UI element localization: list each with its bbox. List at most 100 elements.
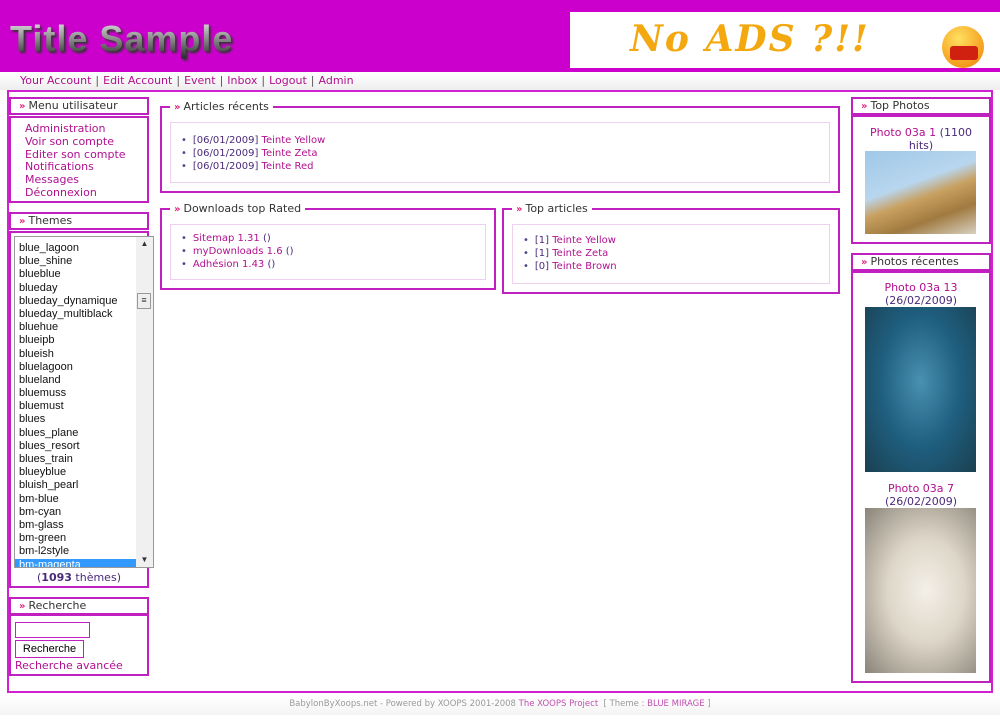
top-articles-block: »Top articles [1] Teinte Yellow [1] Tein…	[502, 202, 840, 294]
photo-link[interactable]: Photo 03a 13	[884, 281, 957, 294]
article-link[interactable]: Teinte Red	[262, 161, 314, 172]
list-item: [1] Teinte Zeta	[523, 248, 829, 261]
theme-link[interactable]: BLUE MIRAGE	[647, 699, 704, 709]
themes-count: (1093 thèmes)	[37, 571, 121, 584]
theme-option[interactable]: bluemust	[15, 400, 136, 413]
theme-option[interactable]: blues_train	[15, 453, 136, 466]
scroll-down-icon[interactable]: ▼	[136, 553, 153, 567]
theme-option[interactable]: blueipb	[15, 334, 136, 347]
theme-option[interactable]: blueish	[15, 348, 136, 361]
article-link[interactable]: Teinte Yellow	[552, 235, 616, 246]
photo-meta: (26/02/2009)	[885, 495, 957, 508]
block-content: [06/01/2009] Teinte Yellow [06/01/2009] …	[170, 122, 830, 183]
photo-caption: Photo 03a 1 (1100 hits)	[860, 126, 982, 152]
menu-deconnexion[interactable]: Déconnexion	[11, 186, 147, 200]
advanced-search-link[interactable]: Recherche avancée	[15, 659, 123, 672]
photo-caption: Photo 03a 7 (26/02/2009)	[860, 482, 982, 508]
recent-photos-title: » Photos récentes	[851, 253, 991, 271]
theme-option[interactable]: bm-l2style	[15, 545, 136, 558]
theme-option[interactable]: blue_shine	[15, 255, 136, 268]
theme-option[interactable]: blueday	[15, 282, 136, 295]
nav-event[interactable]: Event	[184, 74, 216, 87]
theme-option[interactable]: bluelagoon	[15, 361, 136, 374]
list-item: [06/01/2009] Teinte Red	[181, 161, 829, 174]
block-title: Top Photos	[870, 99, 930, 112]
nav-logout[interactable]: Logout	[269, 74, 307, 87]
theme-option[interactable]: blueday_dynamique	[15, 295, 136, 308]
theme-option[interactable]: bm-magenta	[15, 558, 136, 567]
theme-option[interactable]: blues	[15, 413, 136, 426]
theme-option[interactable]: bm-green	[15, 532, 136, 545]
rating: ()	[259, 233, 271, 244]
themes-title: » Themes	[9, 212, 149, 230]
article-date: [06/01/2009]	[192, 160, 259, 172]
theme-option[interactable]: blueblue	[15, 268, 136, 281]
count-value: 1093	[41, 571, 72, 584]
title-text: Articles récents	[183, 100, 269, 113]
dolphin-photo[interactable]	[865, 307, 976, 472]
title-text: Downloads top Rated	[183, 202, 302, 215]
ad-banner[interactable]: No ADS ?!!	[570, 12, 1000, 68]
article-link[interactable]: Teinte Zeta	[262, 148, 318, 159]
block-title: » Downloads top Rated	[170, 202, 306, 215]
polar-bear-photo[interactable]	[865, 508, 976, 673]
article-count: [0]	[534, 260, 550, 272]
user-menu-title: » Menu utilisateur	[9, 97, 149, 115]
theme-option[interactable]: bm-blue	[15, 493, 136, 506]
scrollbar[interactable]: ▲ ≡ ▼	[136, 237, 153, 567]
xoops-project-link[interactable]: The XOOPS Project	[519, 699, 598, 709]
nav-your-account[interactable]: Your Account	[20, 74, 91, 87]
site-logo[interactable]: Title Sample	[10, 18, 233, 60]
scroll-thumb[interactable]: ≡	[137, 293, 151, 309]
camel-photo[interactable]	[865, 151, 976, 234]
footer: BabylonByXoops.net - Powered by XOOPS 20…	[0, 695, 1000, 715]
photo-link[interactable]: Photo 03a 7	[888, 482, 954, 495]
theme-option[interactable]: blueland	[15, 374, 136, 387]
theme-option[interactable]: bluish_pearl	[15, 479, 136, 492]
list-item: [1] Teinte Yellow	[523, 235, 829, 248]
chevron-icon: »	[516, 204, 523, 215]
count-label: thèmes	[71, 571, 117, 584]
search-button[interactable]: Recherche	[15, 640, 84, 658]
search-input[interactable]	[15, 622, 90, 638]
block-content: Sitemap 1.31 () myDownloads 1.6 () Adhés…	[170, 224, 486, 280]
theme-option[interactable]: blues_resort	[15, 440, 136, 453]
theme-option[interactable]: blueyblue	[15, 466, 136, 479]
list-item: [06/01/2009] Teinte Yellow	[181, 135, 829, 148]
search-title: » Recherche	[9, 597, 149, 615]
footer-text: BabylonByXoops.net - Powered by XOOPS 20…	[289, 699, 519, 709]
block-title: Recherche	[28, 599, 87, 612]
recent-articles-block: »Articles récents [06/01/2009] Teinte Ye…	[160, 100, 840, 193]
block-title: Themes	[28, 214, 73, 227]
list-item: Adhésion 1.43 ()	[181, 259, 485, 272]
menu-voir-compte[interactable]: Voir son compte	[11, 135, 147, 149]
photo-link[interactable]: Photo 03a 1	[870, 126, 936, 139]
theme-option[interactable]: bluemuss	[15, 387, 136, 400]
article-link[interactable]: Teinte Brown	[552, 261, 616, 272]
photo-caption: Photo 03a 13 (26/02/2009)	[860, 281, 982, 307]
scroll-up-icon[interactable]: ▲	[136, 237, 153, 251]
theme-option[interactable]: blueday_multiblack	[15, 308, 136, 321]
footer-bracket: ]	[704, 699, 711, 709]
themes-listbox[interactable]: blue_lagoon blue_shine blueblue blueday blue…	[14, 236, 154, 568]
theme-option[interactable]: blues_plane	[15, 427, 136, 440]
list-item: [06/01/2009] Teinte Zeta	[181, 148, 829, 161]
theme-option[interactable]: blue_lagoon	[15, 242, 136, 255]
smiley-mouth	[950, 46, 978, 60]
nav-admin[interactable]: Admin	[319, 74, 354, 87]
download-link[interactable]: myDownloads 1.6	[193, 246, 283, 257]
theme-option[interactable]: bm-cyan	[15, 506, 136, 519]
download-link[interactable]: Sitemap 1.31	[193, 233, 260, 244]
chevron-icon: »	[19, 601, 26, 612]
chevron-icon: »	[19, 101, 26, 112]
menu-administration[interactable]: Administration	[11, 122, 147, 136]
article-link[interactable]: Teinte Yellow	[262, 135, 326, 146]
theme-option[interactable]: bm-glass	[15, 519, 136, 532]
rating: ()	[264, 258, 276, 270]
article-link[interactable]: Teinte Zeta	[552, 248, 608, 259]
download-link[interactable]: Adhésion 1.43	[193, 259, 264, 270]
nav-edit-account[interactable]: Edit Account	[103, 74, 172, 87]
nav-inbox[interactable]: Inbox	[227, 74, 257, 87]
downloads-block: »Downloads top Rated Sitemap 1.31 () myD…	[160, 202, 496, 290]
theme-option[interactable]: bluehue	[15, 321, 136, 334]
